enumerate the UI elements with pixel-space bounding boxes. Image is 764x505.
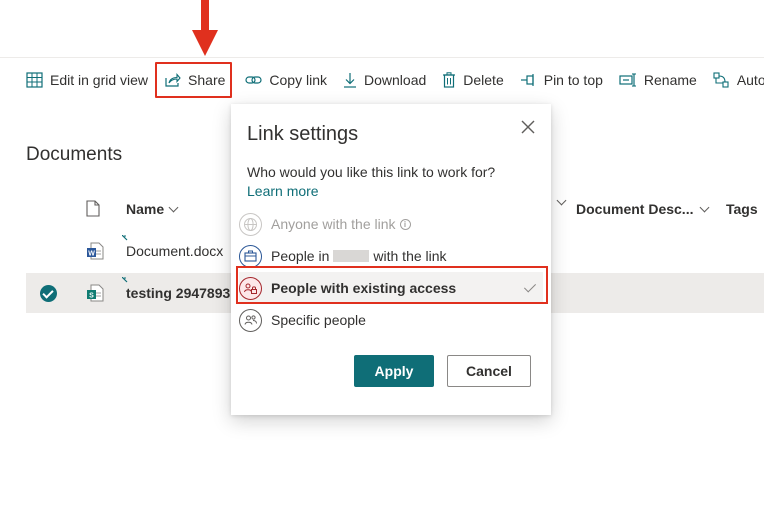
option-anyone-with-link: Anyone with the link i: [239, 208, 543, 240]
rename-label: Rename: [643, 72, 697, 88]
specific-people-icon: [239, 308, 262, 332]
download-label: Download: [364, 72, 427, 88]
rename-button[interactable]: Rename: [611, 64, 705, 96]
edit-grid-view-button[interactable]: Edit in grid view: [18, 64, 156, 96]
pin-icon: [520, 74, 534, 86]
automate-icon: [713, 72, 729, 88]
column-header-description[interactable]: Document Desc...: [576, 201, 710, 217]
cancel-button[interactable]: Cancel: [447, 355, 531, 387]
automate-label: Auto: [736, 72, 764, 88]
apply-button[interactable]: Apply: [354, 355, 434, 387]
column-header-hidden-sort[interactable]: [550, 195, 567, 206]
learn-more-link[interactable]: Learn more: [247, 183, 319, 199]
organization-icon: [239, 244, 262, 268]
share-label: Share: [188, 72, 226, 88]
library-title: Documents: [26, 144, 123, 165]
pin-to-top-label: Pin to top: [543, 72, 603, 88]
option-people-in-prefix: People in: [271, 248, 330, 264]
column-tags-label: Tags: [726, 201, 758, 217]
chevron-down-icon: [556, 195, 567, 206]
svg-text:W: W: [88, 251, 95, 258]
close-icon[interactable]: [519, 118, 537, 136]
column-name-label: Name: [126, 201, 165, 217]
new-item-sparkle-icon: [122, 277, 128, 283]
copy-link-button[interactable]: Copy link: [237, 64, 335, 96]
rename-icon: [619, 73, 636, 87]
command-bar: Edit in grid view Share Copy link Downlo…: [0, 58, 764, 102]
globe-icon: [239, 212, 262, 236]
column-header-tags[interactable]: Tags: [726, 201, 764, 217]
download-button[interactable]: Download: [335, 64, 434, 96]
row-selected-checkmark-icon[interactable]: [40, 285, 57, 302]
download-icon: [344, 73, 356, 88]
delete-label: Delete: [463, 72, 504, 88]
column-header-name[interactable]: Name: [126, 201, 179, 217]
edit-grid-view-label: Edit in grid view: [50, 72, 149, 88]
grid-icon: [26, 72, 43, 88]
delete-button[interactable]: Delete: [434, 64, 511, 96]
automate-button[interactable]: Auto: [705, 64, 764, 96]
option-anyone-label: Anyone with the link: [271, 216, 396, 232]
chevron-down-icon: [168, 202, 179, 212]
selected-checkmark-icon: [523, 280, 537, 293]
people-lock-icon: [239, 276, 262, 300]
option-people-in-org[interactable]: People in with the link: [239, 240, 543, 272]
column-description-label: Document Desc...: [576, 201, 694, 217]
info-icon[interactable]: i: [399, 218, 411, 230]
dialog-title: Link settings: [247, 123, 359, 145]
option-specific-people[interactable]: Specific people: [239, 304, 543, 336]
option-people-in-suffix: with the link: [373, 248, 447, 264]
new-item-sparkle-icon: [122, 235, 128, 241]
link-icon: [245, 76, 263, 84]
file-name[interactable]: testing 2947893.: [126, 285, 234, 301]
sway-file-icon: S: [87, 284, 104, 302]
trash-icon: [443, 72, 456, 88]
option-people-with-existing-access[interactable]: People with existing access: [239, 272, 543, 304]
share-button[interactable]: Share: [156, 64, 233, 96]
file-type-icon: [86, 200, 100, 217]
annotation-arrow-icon: [192, 0, 218, 56]
word-file-icon: W: [87, 242, 104, 260]
svg-text:S: S: [89, 293, 94, 300]
dialog-question: Who would you like this link to work for…: [247, 164, 496, 180]
file-name[interactable]: Document.docx: [126, 243, 223, 259]
redacted-org-name: [333, 250, 370, 262]
pin-to-top-button[interactable]: Pin to top: [512, 64, 611, 96]
link-settings-dialog: Link settings Who would you like this li…: [231, 104, 551, 415]
chevron-down-icon: [700, 202, 710, 212]
option-specific-people-label: Specific people: [271, 312, 366, 328]
copy-link-label: Copy link: [269, 72, 327, 88]
option-existing-access-label: People with existing access: [271, 280, 457, 296]
share-icon: [165, 73, 181, 87]
